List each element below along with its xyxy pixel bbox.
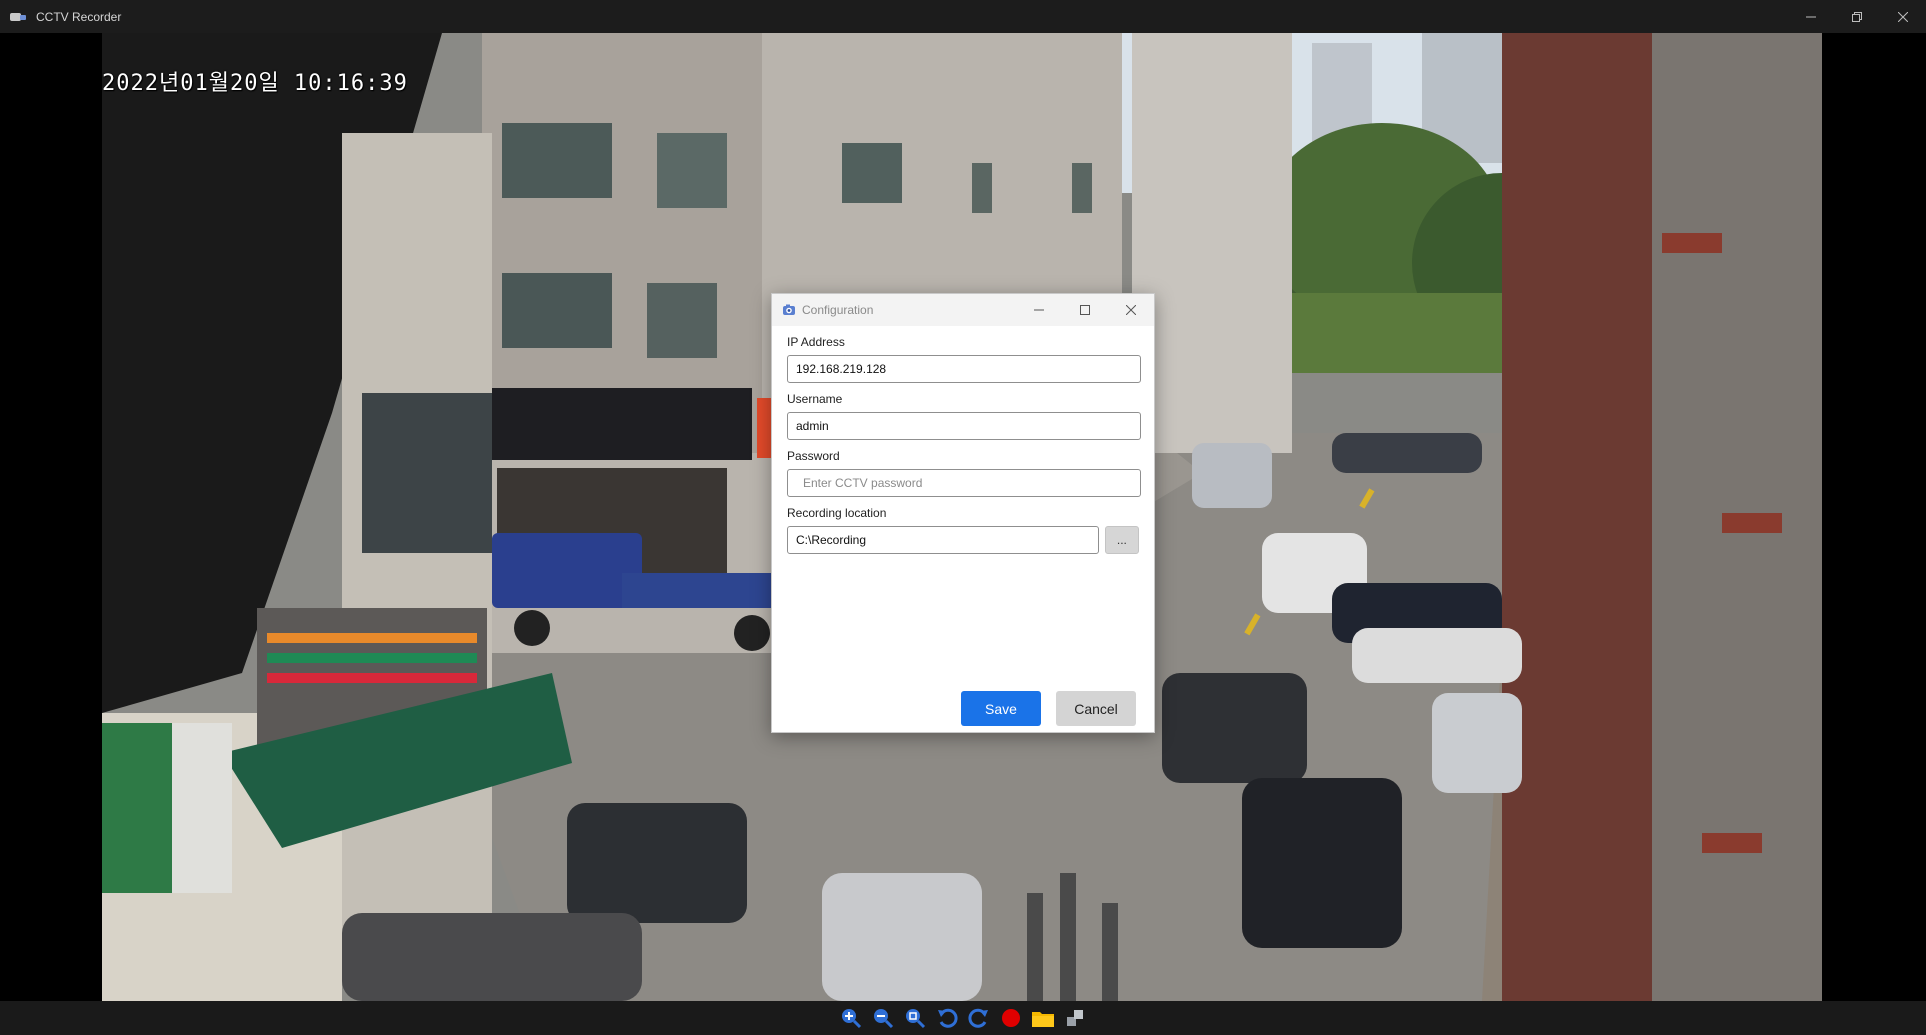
minimize-button[interactable] (1788, 0, 1834, 33)
configuration-dialog: Configuration IP Address Username Passwo… (771, 293, 1155, 733)
window-controls (1788, 0, 1926, 33)
rotate-right-button[interactable] (967, 1006, 991, 1030)
window-title: CCTV Recorder (36, 9, 122, 24)
recording-location-label: Recording location (787, 506, 887, 520)
camera-app-icon (10, 10, 26, 24)
restore-icon (1852, 11, 1862, 22)
rotate-right-icon (968, 1008, 988, 1028)
camera-icon (783, 304, 795, 315)
ip-address-label: IP Address (787, 335, 845, 349)
rotate-left-icon (938, 1008, 958, 1028)
password-label: Password (787, 449, 840, 463)
fullscreen-button[interactable] (1063, 1006, 1087, 1030)
cctv-recorder-window: CCTV Recorder 2022년01월20일 10:16:39 Confi… (0, 0, 1926, 1035)
ip-address-input[interactable] (787, 355, 1141, 383)
dialog-window-controls (1016, 294, 1154, 326)
maximize-icon (1080, 305, 1090, 315)
record-button[interactable] (999, 1006, 1023, 1030)
browse-folder-button[interactable]: ... (1104, 526, 1139, 554)
close-icon (1898, 11, 1908, 22)
rotate-left-button[interactable] (935, 1006, 959, 1030)
minimize-icon (1034, 309, 1044, 311)
username-input[interactable] (787, 412, 1141, 440)
dialog-title: Configuration (802, 303, 874, 317)
playback-toolbar (0, 1001, 1926, 1035)
zoom-out-button[interactable] (871, 1006, 895, 1030)
cancel-button[interactable]: Cancel (1056, 691, 1136, 726)
minimize-icon (1806, 16, 1816, 17)
open-folder-button[interactable] (1031, 1006, 1055, 1030)
window-titlebar: CCTV Recorder (0, 0, 1926, 33)
password-input[interactable] (787, 469, 1141, 497)
zoom-fit-icon (906, 1009, 926, 1029)
username-label: Username (787, 392, 843, 406)
fullscreen-icon (1067, 1010, 1083, 1026)
dialog-close-button[interactable] (1108, 294, 1154, 326)
dialog-minimize-button[interactable] (1016, 294, 1062, 326)
zoom-out-icon (874, 1009, 894, 1029)
save-button[interactable]: Save (961, 691, 1041, 726)
dialog-form: IP Address Username Password Recording l… (787, 326, 1141, 554)
record-icon (1002, 1009, 1020, 1027)
zoom-in-button[interactable] (839, 1006, 863, 1030)
dialog-maximize-button[interactable] (1062, 294, 1108, 326)
close-button[interactable] (1880, 0, 1926, 33)
close-icon (1126, 305, 1136, 315)
folder-icon (1032, 1012, 1054, 1027)
zoom-fit-button[interactable] (903, 1006, 927, 1030)
maximize-button[interactable] (1834, 0, 1880, 33)
dialog-titlebar[interactable]: Configuration (772, 294, 1154, 326)
recording-location-row: ... (787, 526, 1139, 554)
video-timestamp: 2022년01월20일 10:16:39 (102, 71, 408, 96)
zoom-in-icon (842, 1009, 862, 1029)
recording-location-input[interactable] (787, 526, 1099, 554)
